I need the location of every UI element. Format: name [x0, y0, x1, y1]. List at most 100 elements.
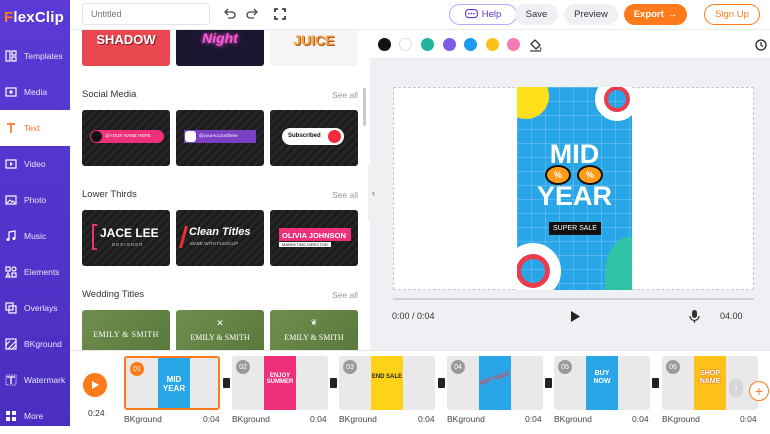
subscribe-button-template[interactable]: Subscribed — [270, 110, 358, 166]
transition-marker[interactable] — [652, 378, 659, 388]
palm-leaf-shape[interactable] — [605, 237, 632, 290]
sidebar-item-photo[interactable]: Photo — [0, 182, 70, 218]
shadow-text-template[interactable]: SHADOW — [82, 30, 170, 66]
clip-thumbnail-text: MID YEAR — [162, 375, 186, 393]
sidebar-item-label: Photo — [24, 195, 47, 205]
sidebar-item-overlays[interactable]: Overlays — [0, 290, 70, 326]
sidebar-item-watermark[interactable]: Watermark — [0, 362, 70, 398]
clip-thumbnail: END SALE — [371, 356, 403, 410]
clip-thumbnail-text: HOT SALE — [479, 370, 511, 388]
undo-icon[interactable] — [222, 7, 236, 21]
see-all-wedding-titles-link[interactable]: See all — [332, 290, 358, 300]
timeline-play-button[interactable] — [83, 373, 107, 397]
wedding-title-template-3[interactable]: ❦ EMILY & SMITH — [270, 310, 358, 350]
color-swatch-teal[interactable] — [421, 38, 434, 51]
add-scene-button[interactable]: + — [749, 381, 769, 401]
transition-marker[interactable] — [438, 378, 445, 388]
sidebar-item-label: Video — [24, 159, 46, 169]
clock-icon[interactable] — [755, 39, 767, 51]
sidebar-item-text[interactable]: Text — [0, 110, 70, 146]
project-title-input[interactable] — [82, 3, 210, 25]
sidebar-item-elements[interactable]: Elements — [0, 254, 70, 290]
redo-icon[interactable] — [246, 7, 260, 21]
clip-thumbnail-text: BUY NOW — [593, 370, 611, 385]
template-text: Subscribed — [288, 133, 321, 139]
timeline-clip-02[interactable]: 02 ENJOY SUMMER — [232, 356, 328, 410]
section-title-social-media: Social Media — [82, 89, 137, 100]
transition-marker[interactable] — [330, 378, 337, 388]
design-canvas[interactable]: MID % % YEAR SUPER SALE — [517, 87, 632, 290]
templates-icon — [5, 50, 17, 62]
overlays-icon — [5, 302, 17, 314]
transition-marker[interactable] — [223, 378, 230, 388]
olivia-johnson-lower-third-template[interactable]: OLIVIA JOHNSON MARKETING DIRECTOR — [270, 210, 358, 266]
swim-ring-top[interactable] — [595, 87, 632, 121]
timeline-clip-01[interactable]: 01 MID YEAR — [124, 356, 220, 410]
flexclip-logo[interactable]: FlexClip — [0, 0, 70, 34]
yellow-circle-shape[interactable] — [517, 87, 549, 119]
see-all-lower-thirds-link[interactable]: See all — [332, 190, 358, 200]
save-button[interactable]: Save — [515, 4, 558, 25]
timeline-clip-06[interactable]: 06 SHOP NAME — [662, 356, 758, 410]
clean-titles-lower-third-template[interactable]: Clean Titles MADE WITH FLEXCLIP — [176, 210, 264, 266]
sidebar-item-templates[interactable]: Templates — [0, 38, 70, 74]
clip-number: 03 — [343, 360, 357, 374]
paint-bucket-icon[interactable] — [528, 37, 543, 52]
template-subtext: MADE WITH FLEXCLIP — [190, 241, 239, 246]
export-button[interactable]: Export → — [624, 4, 687, 25]
color-swatch-white[interactable] — [399, 38, 412, 51]
color-swatch-yellow[interactable] — [486, 38, 499, 51]
sidebar-item-music[interactable]: Music — [0, 218, 70, 254]
see-all-social-media-link[interactable]: See all — [332, 90, 358, 100]
template-text: Night — [202, 30, 238, 46]
juice-text-template[interactable]: JUICE — [270, 30, 358, 66]
fullscreen-icon[interactable] — [273, 7, 287, 21]
clip-label: BKground — [339, 414, 377, 424]
template-text: Clean Titles — [189, 226, 251, 238]
sidebar-item-label: Watermark — [24, 375, 66, 385]
night-text-template[interactable]: Night — [176, 30, 264, 66]
play-icon — [91, 381, 99, 389]
clip-duration: 0:04 — [310, 414, 327, 424]
canvas-headline-mid[interactable]: MID — [517, 141, 632, 168]
transition-marker[interactable] — [545, 378, 552, 388]
instagram-handle-template[interactable]: @yourAccounthere — [176, 110, 264, 166]
sidebar-item-more[interactable]: More — [0, 398, 70, 434]
timeline-clip-05[interactable]: 05 BUY NOW — [554, 356, 650, 410]
timeline-scroll-right-button[interactable]: › — [729, 379, 743, 397]
preview-button[interactable]: Preview — [564, 4, 618, 25]
color-swatch-pink[interactable] — [507, 38, 520, 51]
template-subtext: MARKETING DIRECTOR — [279, 242, 331, 247]
tiktok-handle-template[interactable]: @YOUR NAME HERE — [82, 110, 170, 166]
timeline-clip-03[interactable]: 03 END SALE — [339, 356, 435, 410]
play-icon[interactable] — [570, 310, 581, 323]
clip-thumbnail: BUY NOW — [586, 356, 618, 410]
microphone-icon[interactable] — [689, 309, 700, 324]
sidebar-item-video[interactable]: Video — [0, 146, 70, 182]
more-icon — [6, 411, 16, 421]
sidebar-item-label: Text — [24, 123, 40, 133]
timeline-clip-04[interactable]: 04 HOT SALE — [447, 356, 543, 410]
collapse-panel-button[interactable]: ‹ — [368, 165, 379, 221]
wedding-title-template-2[interactable]: ✕ EMILY & SMITH — [176, 310, 264, 350]
playback-progress-track[interactable] — [393, 298, 754, 300]
sidebar-item-background[interactable]: BKground — [0, 326, 70, 362]
help-button[interactable]: Help — [449, 4, 517, 25]
color-swatch-black[interactable] — [378, 38, 391, 51]
super-sale-badge[interactable]: SUPER SALE — [549, 222, 601, 235]
wedding-title-template-1[interactable]: EMILY & SMITH — [82, 310, 170, 350]
canvas-headline-year[interactable]: YEAR — [517, 183, 632, 210]
sign-up-button[interactable]: Sign Up — [704, 4, 760, 25]
color-swatch-blue[interactable] — [464, 38, 477, 51]
text-templates-panel: SHADOW Night JUICE Social Media See all … — [70, 30, 370, 350]
clip-label: BKground — [662, 414, 700, 424]
clip-number: 06 — [666, 360, 680, 374]
clip-label: BKground — [232, 414, 270, 424]
jace-lee-lower-third-template[interactable]: JACE LEE DESIGNER — [82, 210, 170, 266]
arrow-right-icon: → — [667, 9, 678, 20]
swim-ring-bottom[interactable] — [517, 243, 561, 290]
panel-scrollbar[interactable] — [363, 88, 366, 126]
elements-icon — [5, 266, 17, 278]
color-swatch-purple[interactable] — [443, 38, 456, 51]
sidebar-item-media[interactable]: Media — [0, 74, 70, 110]
